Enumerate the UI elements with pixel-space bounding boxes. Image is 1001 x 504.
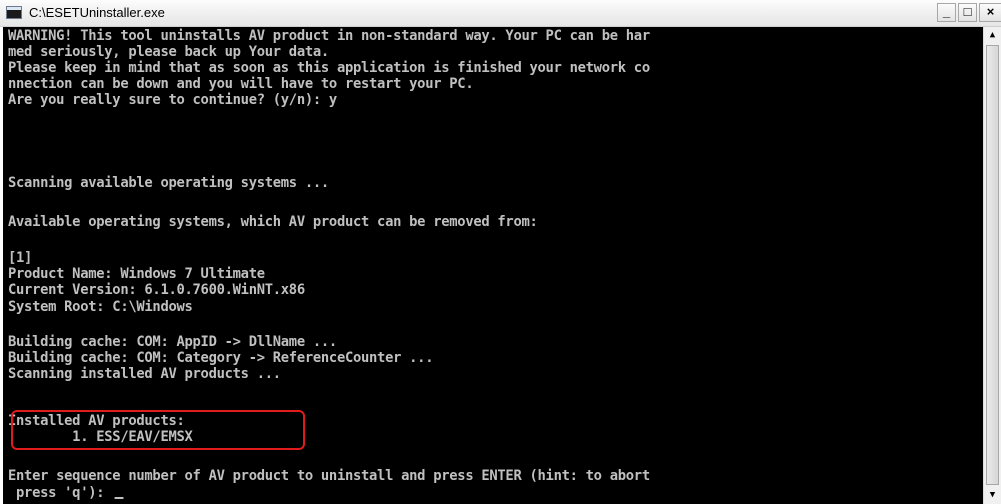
close-button[interactable]: × [979,3,1001,22]
console-line: Current Version: 6.1.0.7600.WinNT.x86 [8,282,305,298]
installed-av-highlight-box [11,410,305,450]
console-line: Building cache: COM: AppID -> DllName ..… [8,334,337,350]
input-prompt: press 'q'): [8,485,113,501]
scroll-thumb[interactable] [986,45,999,485]
window-title: C:\ESETUninstaller.exe [29,5,165,20]
console-line: System Root: C:\Windows [8,299,193,315]
console-line: Product Name: Windows 7 Ultimate [8,266,265,282]
console-line: Are you really sure to continue? (y/n): … [8,92,337,108]
console-line: [1] [8,250,33,266]
console-line: med seriously, please back up Your data. [8,44,329,60]
console-line: Enter sequence number of AV product to u… [8,468,650,484]
console-app-icon[interactable] [6,6,22,19]
scroll-down-arrow-icon[interactable]: ▼ [984,487,1001,504]
console-line: nnection can be down and you will have t… [8,76,474,92]
console-line: Scanning available operating systems ... [8,175,329,191]
minimize-button[interactable]: _ [937,3,956,22]
console-line: Scanning installed AV products ... [8,366,281,382]
scroll-up-arrow-icon[interactable]: ▲ [984,27,1001,44]
maximize-button[interactable]: □ [958,3,977,22]
vertical-scrollbar[interactable]: ▲ ▼ [983,27,1001,504]
console-line: Building cache: COM: Category -> Referen… [8,350,434,366]
console-line: WARNING! This tool uninstalls AV product… [8,28,650,44]
title-bar[interactable]: C:\ESETUninstaller.exe _ □ × [0,0,1001,27]
console-line: Please keep in mind that as soon as this… [8,60,650,76]
console-line: Available operating systems, which AV pr… [8,214,538,230]
input-prompt-line[interactable]: press 'q'): [8,485,124,501]
console-output[interactable]: WARNING! This tool uninstalls AV product… [3,27,983,504]
text-cursor [114,497,124,499]
